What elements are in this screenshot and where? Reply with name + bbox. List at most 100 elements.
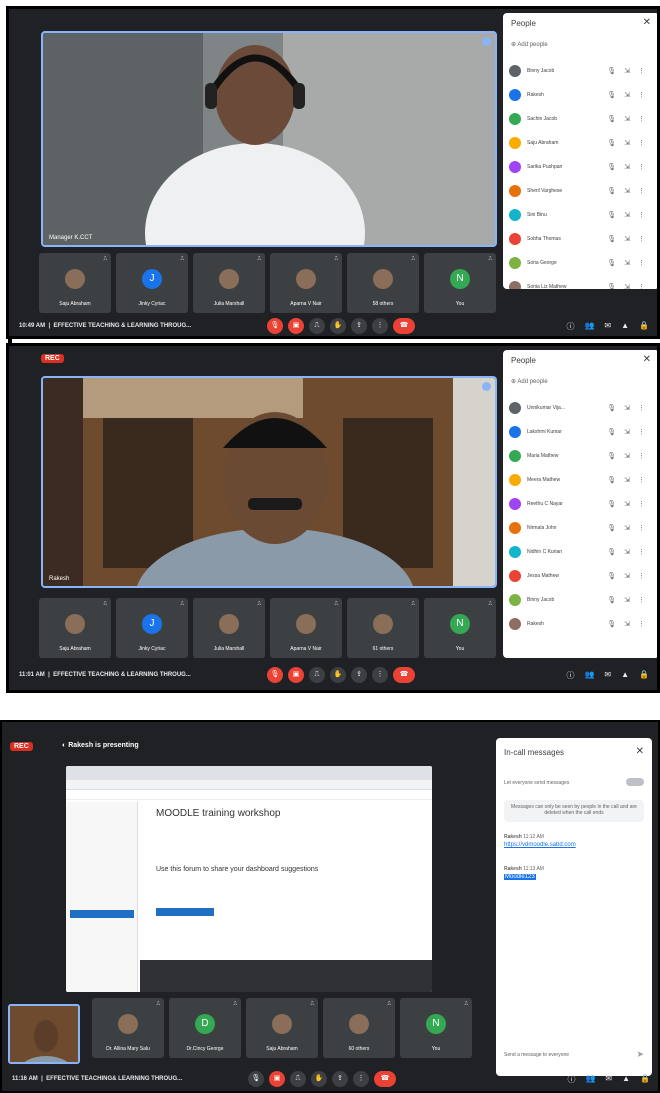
pin-icon[interactable] xyxy=(482,37,491,46)
more-options-button[interactable]: ⋮ xyxy=(353,1071,369,1087)
hang-up-button[interactable]: ☎ xyxy=(374,1071,396,1087)
participant-action-icons[interactable]: 🎙⇲⋮ xyxy=(607,596,653,604)
participant-tile[interactable]: N ⎍ You xyxy=(400,998,472,1058)
chat-input[interactable]: Send a message to everyone xyxy=(504,1052,624,1058)
participant-tile[interactable]: ⎍ Aparna V Nair xyxy=(270,253,342,313)
add-people-button[interactable]: ⊕ Add people xyxy=(511,378,548,385)
participant-tile[interactable]: J ⎍ Jinky Cyriac xyxy=(116,598,188,658)
chat-toggle-switch[interactable] xyxy=(626,778,644,786)
camera-off-button[interactable]: ▣ xyxy=(269,1071,285,1087)
close-icon[interactable]: ✕ xyxy=(643,17,651,28)
main-video[interactable]: Rakesh xyxy=(41,376,497,588)
people-icon[interactable]: 👥 xyxy=(584,670,594,681)
present-button[interactable]: ⇪ xyxy=(351,318,367,334)
mic-off-button[interactable]: 🎙 xyxy=(267,667,283,683)
close-icon[interactable]: ✕ xyxy=(643,354,651,365)
raise-hand-button[interactable]: ✋ xyxy=(330,667,346,683)
participant-row[interactable]: Jessa Mathew 🎙⇲⋮ xyxy=(509,566,653,586)
participant-row[interactable]: Sarika Pushpan 🎙⇲⋮ xyxy=(509,157,653,177)
main-video[interactable]: Manager K.CCT xyxy=(41,31,497,247)
participant-tile[interactable]: ⎍ Dr. Allina Mary Salu xyxy=(92,998,164,1058)
more-options-button[interactable]: ⋮ xyxy=(372,667,388,683)
close-icon[interactable]: ✕ xyxy=(636,746,644,757)
participant-action-icons[interactable]: 🎙⇲⋮ xyxy=(607,404,653,412)
participant-tile[interactable]: J ⎍ Jinky Cyriac xyxy=(116,253,188,313)
participant-row[interactable]: Unnikumar Vija... 🎙⇲⋮ xyxy=(509,398,653,418)
participant-action-icons[interactable]: 🎙⇲⋮ xyxy=(607,67,653,75)
participant-tile[interactable]: ⎍ Aparna V Nair xyxy=(270,598,342,658)
participant-action-icons[interactable]: 🎙⇲⋮ xyxy=(607,452,653,460)
activities-icon[interactable]: ▲ xyxy=(622,1074,630,1085)
participant-tile[interactable]: D ⎍ Dr.Cincy George xyxy=(169,998,241,1058)
participant-tile[interactable]: ⎍ Julia Marshall xyxy=(193,253,265,313)
mic-button[interactable]: 🎙 xyxy=(248,1071,264,1087)
chat-icon[interactable]: ✉ xyxy=(604,321,611,332)
participant-row[interactable]: Sobha Thomas 🎙⇲⋮ xyxy=(509,229,653,249)
participant-row[interactable]: Sona George 🎙⇲⋮ xyxy=(509,253,653,273)
participant-row[interactable]: Meera Mathew 🎙⇲⋮ xyxy=(509,470,653,490)
participant-action-icons[interactable]: 🎙⇲⋮ xyxy=(607,163,653,171)
participant-row[interactable]: Nidhin C Kurian 🎙⇲⋮ xyxy=(509,542,653,562)
info-icon[interactable]: ⓘ xyxy=(566,670,574,681)
people-icon[interactable]: 👥 xyxy=(584,321,594,332)
present-button[interactable]: ⇪ xyxy=(351,667,367,683)
participant-row[interactable]: Reethu C Nayar 🎙⇲⋮ xyxy=(509,494,653,514)
participant-tile[interactable]: N ⎍ You xyxy=(424,598,496,658)
participant-action-icons[interactable]: 🎙⇲⋮ xyxy=(607,115,653,123)
participant-tile[interactable]: N ⎍ You xyxy=(424,253,496,313)
self-view[interactable] xyxy=(8,1004,80,1064)
add-people-button[interactable]: ⊕ Add people xyxy=(511,41,548,48)
participant-tile[interactable]: ⎍ 58 others xyxy=(347,253,419,313)
raise-hand-button[interactable]: ✋ xyxy=(311,1071,327,1087)
participant-action-icons[interactable]: 🎙⇲⋮ xyxy=(607,500,653,508)
participant-row[interactable]: Binny Jacob 🎙⇲⋮ xyxy=(509,590,653,610)
people-icon[interactable]: 👥 xyxy=(585,1074,595,1085)
activities-icon[interactable]: ▲ xyxy=(621,670,629,681)
lock-icon[interactable]: 🔒 xyxy=(640,1074,650,1085)
pin-icon[interactable] xyxy=(482,382,491,391)
participant-tile[interactable]: ⎍ 61 others xyxy=(347,598,419,658)
participant-row[interactable]: Binny Jacob 🎙⇲⋮ xyxy=(509,61,653,81)
participant-row[interactable]: Rakesh 🎙⇲⋮ xyxy=(509,614,653,634)
camera-off-button[interactable]: ▣ xyxy=(288,667,304,683)
participant-tile[interactable]: ⎍ 60 others xyxy=(323,998,395,1058)
participant-tile[interactable]: ⎍ Saju Abraham xyxy=(39,253,111,313)
participant-row[interactable]: Saju Abraham 🎙⇲⋮ xyxy=(509,133,653,153)
chat-icon[interactable]: ✉ xyxy=(604,670,611,681)
participant-action-icons[interactable]: 🎙⇲⋮ xyxy=(607,476,653,484)
participant-action-icons[interactable]: 🎙⇲⋮ xyxy=(607,620,653,628)
msg1-link[interactable]: https://vdmoodle.sabd.com xyxy=(504,842,576,848)
participant-tile[interactable]: ⎍ Saju Abraham xyxy=(246,998,318,1058)
present-button[interactable]: ⇪ xyxy=(332,1071,348,1087)
participant-row[interactable]: Sonia Liz Mathew 🎙⇲⋮ xyxy=(509,277,653,289)
participant-action-icons[interactable]: 🎙⇲⋮ xyxy=(607,91,653,99)
participant-row[interactable]: Rakesh 🎙⇲⋮ xyxy=(509,85,653,105)
captions-button[interactable]: ⎍ xyxy=(290,1071,306,1087)
participant-row[interactable]: Sachin Jacob 🎙⇲⋮ xyxy=(509,109,653,129)
participant-row[interactable]: Nirmala John 🎙⇲⋮ xyxy=(509,518,653,538)
captions-button[interactable]: ⎍ xyxy=(309,667,325,683)
participant-action-icons[interactable]: 🎙⇲⋮ xyxy=(607,283,653,289)
info-icon[interactable]: ⓘ xyxy=(566,321,574,332)
participant-row[interactable]: Maria Mathew 🎙⇲⋮ xyxy=(509,446,653,466)
participant-action-icons[interactable]: 🎙⇲⋮ xyxy=(607,548,653,556)
chat-icon[interactable]: ✉ xyxy=(605,1074,612,1085)
participant-action-icons[interactable]: 🎙⇲⋮ xyxy=(607,524,653,532)
add-topic-button[interactable] xyxy=(156,908,214,916)
more-options-button[interactable]: ⋮ xyxy=(372,318,388,334)
participant-row[interactable]: Sheril Varghese 🎙⇲⋮ xyxy=(509,181,653,201)
participant-action-icons[interactable]: 🎙⇲⋮ xyxy=(607,139,653,147)
info-icon[interactable]: ⓘ xyxy=(567,1074,575,1085)
captions-button[interactable]: ⎍ xyxy=(309,318,325,334)
participant-action-icons[interactable]: 🎙⇲⋮ xyxy=(607,259,653,267)
camera-off-button[interactable]: ▣ xyxy=(288,318,304,334)
participant-tile[interactable]: ⎍ Saju Abraham xyxy=(39,598,111,658)
lock-icon[interactable]: 🔒 xyxy=(639,670,649,681)
hang-up-button[interactable]: ☎ xyxy=(393,318,415,334)
lock-icon[interactable]: 🔒 xyxy=(639,321,649,332)
participant-action-icons[interactable]: 🎙⇲⋮ xyxy=(607,428,653,436)
sidebar-active-item[interactable] xyxy=(70,910,134,918)
mic-off-button[interactable]: 🎙 xyxy=(267,318,283,334)
participant-row[interactable]: Lakshmi Kumar 🎙⇲⋮ xyxy=(509,422,653,442)
participant-tile[interactable]: ⎍ Julia Marshall xyxy=(193,598,265,658)
